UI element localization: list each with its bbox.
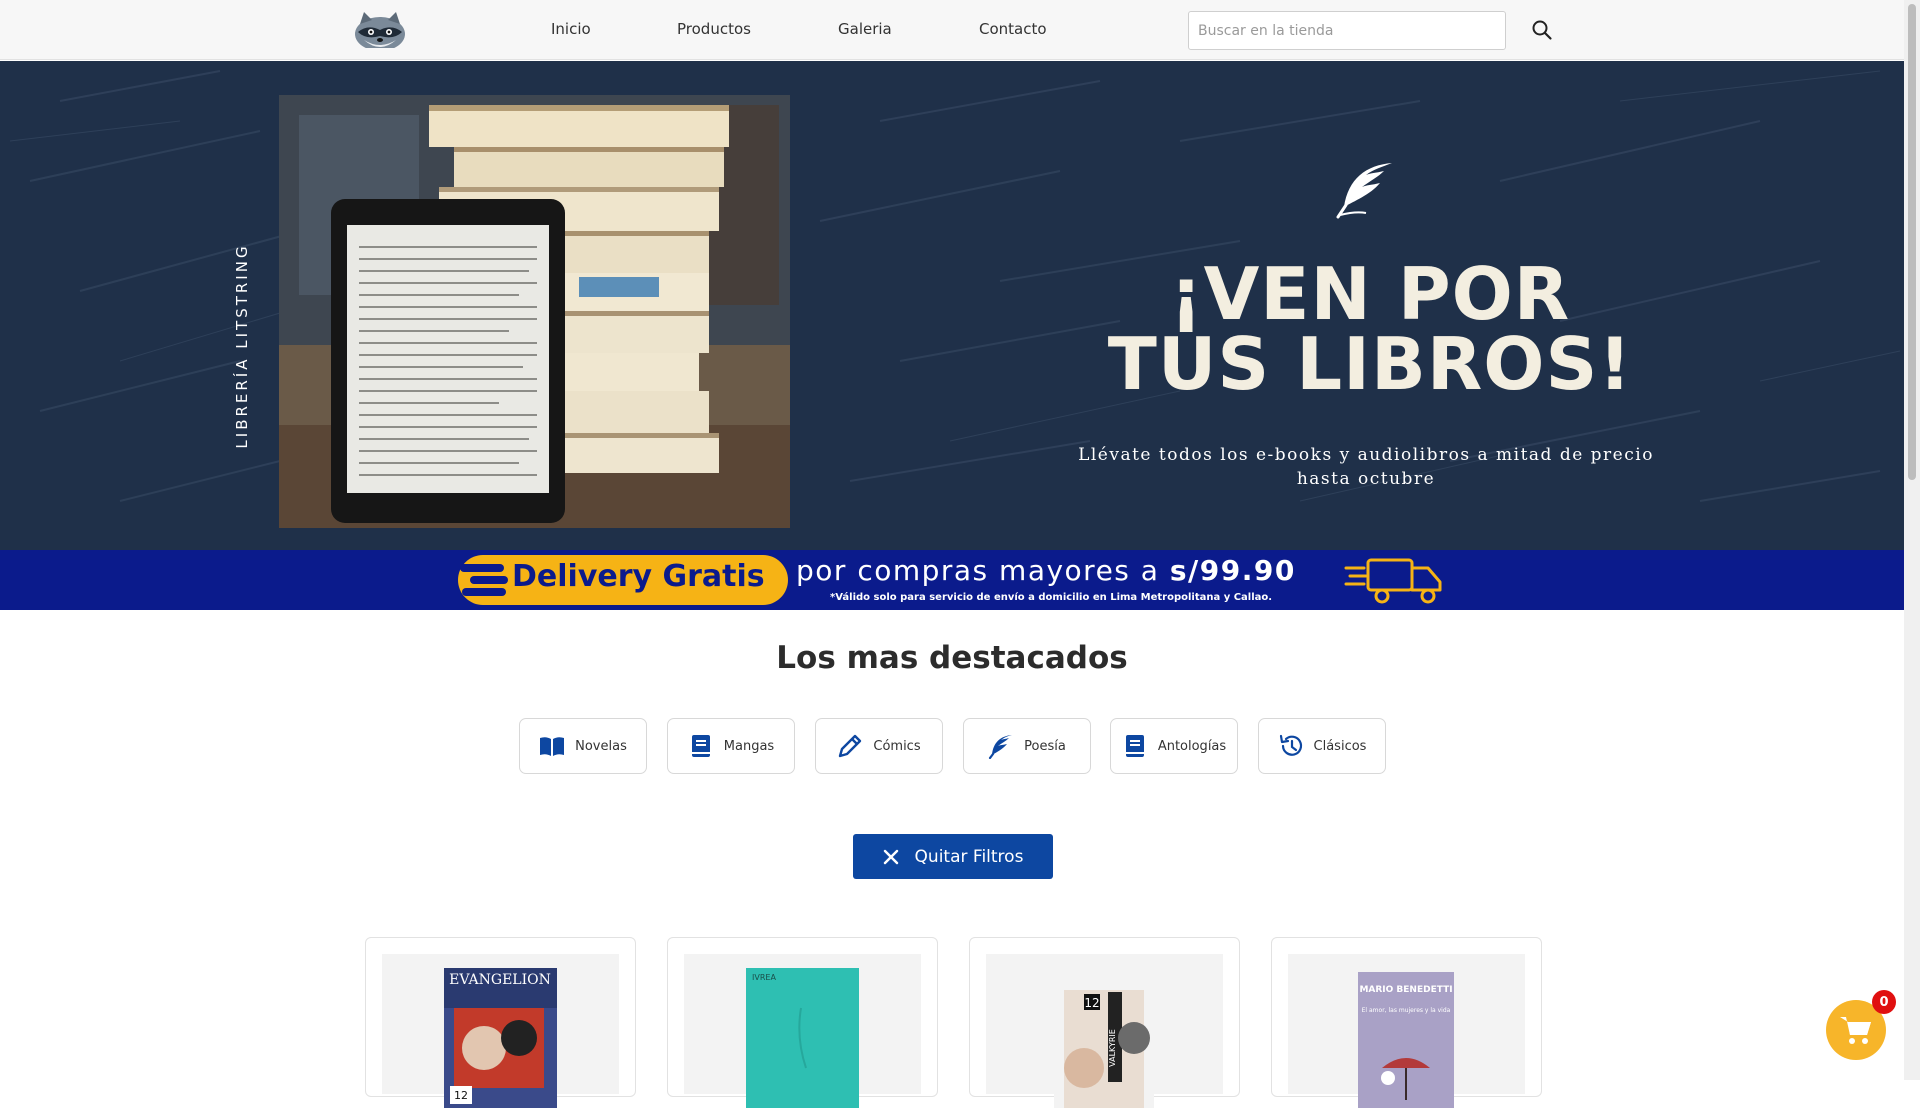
product-cover-benedetti[interactable]: MARIO BENEDETTI El amor, las mujeres y l… [1358,968,1454,1108]
cover-title: EVANGELION [449,972,551,988]
cover-author: MARIO BENEDETTI [1359,985,1452,995]
search-input[interactable] [1188,11,1506,50]
cover-volume: 12 [454,1089,468,1102]
hero-title-line-2: TUS LIBROS! [1107,322,1633,406]
top-navbar: Inicio Productos Galeria Contacto [0,0,1904,60]
search-icon[interactable] [1530,18,1554,42]
category-button-clasicos[interactable]: Clásicos [1258,718,1386,774]
speed-lines-icon [460,564,508,596]
close-icon [883,849,898,864]
category-label: Antologías [1157,738,1227,754]
category-button-mangas[interactable]: Mangas [667,718,795,774]
hero-title: ¡VEN POR TUS LIBROS! [1010,252,1730,406]
clear-filters-label: Quitar Filtros [914,846,1024,867]
cover-publisher: IVREA [752,973,776,982]
history-icon [1279,734,1302,756]
featured-section-title: Los mas destacados [776,640,1128,676]
cover-title: VALKYRIE [1108,1029,1117,1067]
pencil-icon [839,734,862,758]
nav-link-contacto[interactable]: Contacto [979,20,1047,38]
nav-link-galeria[interactable]: Galeria [838,20,892,38]
hero-photo-ereader-books [279,95,790,528]
nav-link-productos[interactable]: Productos [677,20,751,38]
product-image-area: EVANGELION 12 [382,954,619,1108]
shopping-cart-icon [1840,1017,1871,1044]
product-card[interactable]: MARIO BENEDETTI El amor, las mujeres y l… [1271,937,1542,1108]
category-label: Cómics [873,738,921,754]
hero-title-line-1: ¡VEN POR [1169,252,1571,336]
product-card[interactable]: EVANGELION 12 [365,937,636,1108]
cart-count-badge: 0 [1872,990,1896,1014]
product-card[interactable]: IVREA [667,937,938,1108]
category-button-antologias[interactable]: Antologías [1110,718,1238,774]
clear-filters-button[interactable]: Quitar Filtros [853,834,1053,879]
delivery-condition: por compras mayores a [796,554,1160,587]
product-image-area: IVREA [684,954,921,1108]
delivery-price: s/99.90 [1169,554,1296,587]
brand-vertical-text: LIBRERÍA LITSTRING [233,243,251,449]
product-card[interactable]: VALKYRIE 12 [969,937,1240,1108]
category-button-poesia[interactable]: Poesía [963,718,1091,774]
scrollbar-thumb[interactable] [1908,4,1916,480]
hero-subtitle: Llévate todos los e-books y audiolibros … [1078,445,1654,489]
delivery-banner: Delivery Gratis por compras mayores a s/… [0,550,1904,610]
book-icon [691,735,710,757]
delivery-note: *Válido solo para servicio de envío a do… [830,592,1273,603]
category-button-comics[interactable]: Cómics [815,718,943,774]
product-image-area: MARIO BENEDETTI El amor, las mujeres y l… [1288,954,1525,1108]
nav-link-inicio[interactable]: Inicio [551,20,591,38]
raccoon-logo-icon[interactable] [354,10,406,48]
product-cover-valkyrie[interactable]: VALKYRIE 12 [1054,968,1154,1108]
hero-banner: LIBRERÍA LITSTRING ¡VEN POR TUS LIBROS! … [0,61,1904,550]
cover-volume: 12 [1084,996,1099,1010]
book-icon [1125,735,1144,757]
feather-icon [989,735,1013,759]
delivery-badge-label: Delivery Gratis [512,559,765,594]
category-label: Poesía [1024,738,1066,754]
category-label: Clásicos [1313,738,1367,754]
product-cover-evangelion[interactable]: EVANGELION 12 [444,968,557,1108]
category-label: Mangas [723,738,775,754]
product-cover-teal[interactable]: IVREA [746,968,859,1108]
category-label: Novelas [575,738,627,754]
vertical-brand-label: LIBRERÍA LITSTRING [232,241,252,451]
cover-title: El amor, las mujeres y la vida [1362,1007,1451,1014]
quill-feather-icon [1336,163,1392,219]
category-button-novelas[interactable]: Novelas [519,718,647,774]
product-image-area: VALKYRIE 12 [986,954,1223,1108]
open-book-icon [540,737,565,756]
page-scrollbar[interactable] [1904,0,1920,1080]
delivery-truck-icon [1344,558,1442,604]
delivery-main-text: por compras mayores a s/99.90 [796,554,1296,587]
